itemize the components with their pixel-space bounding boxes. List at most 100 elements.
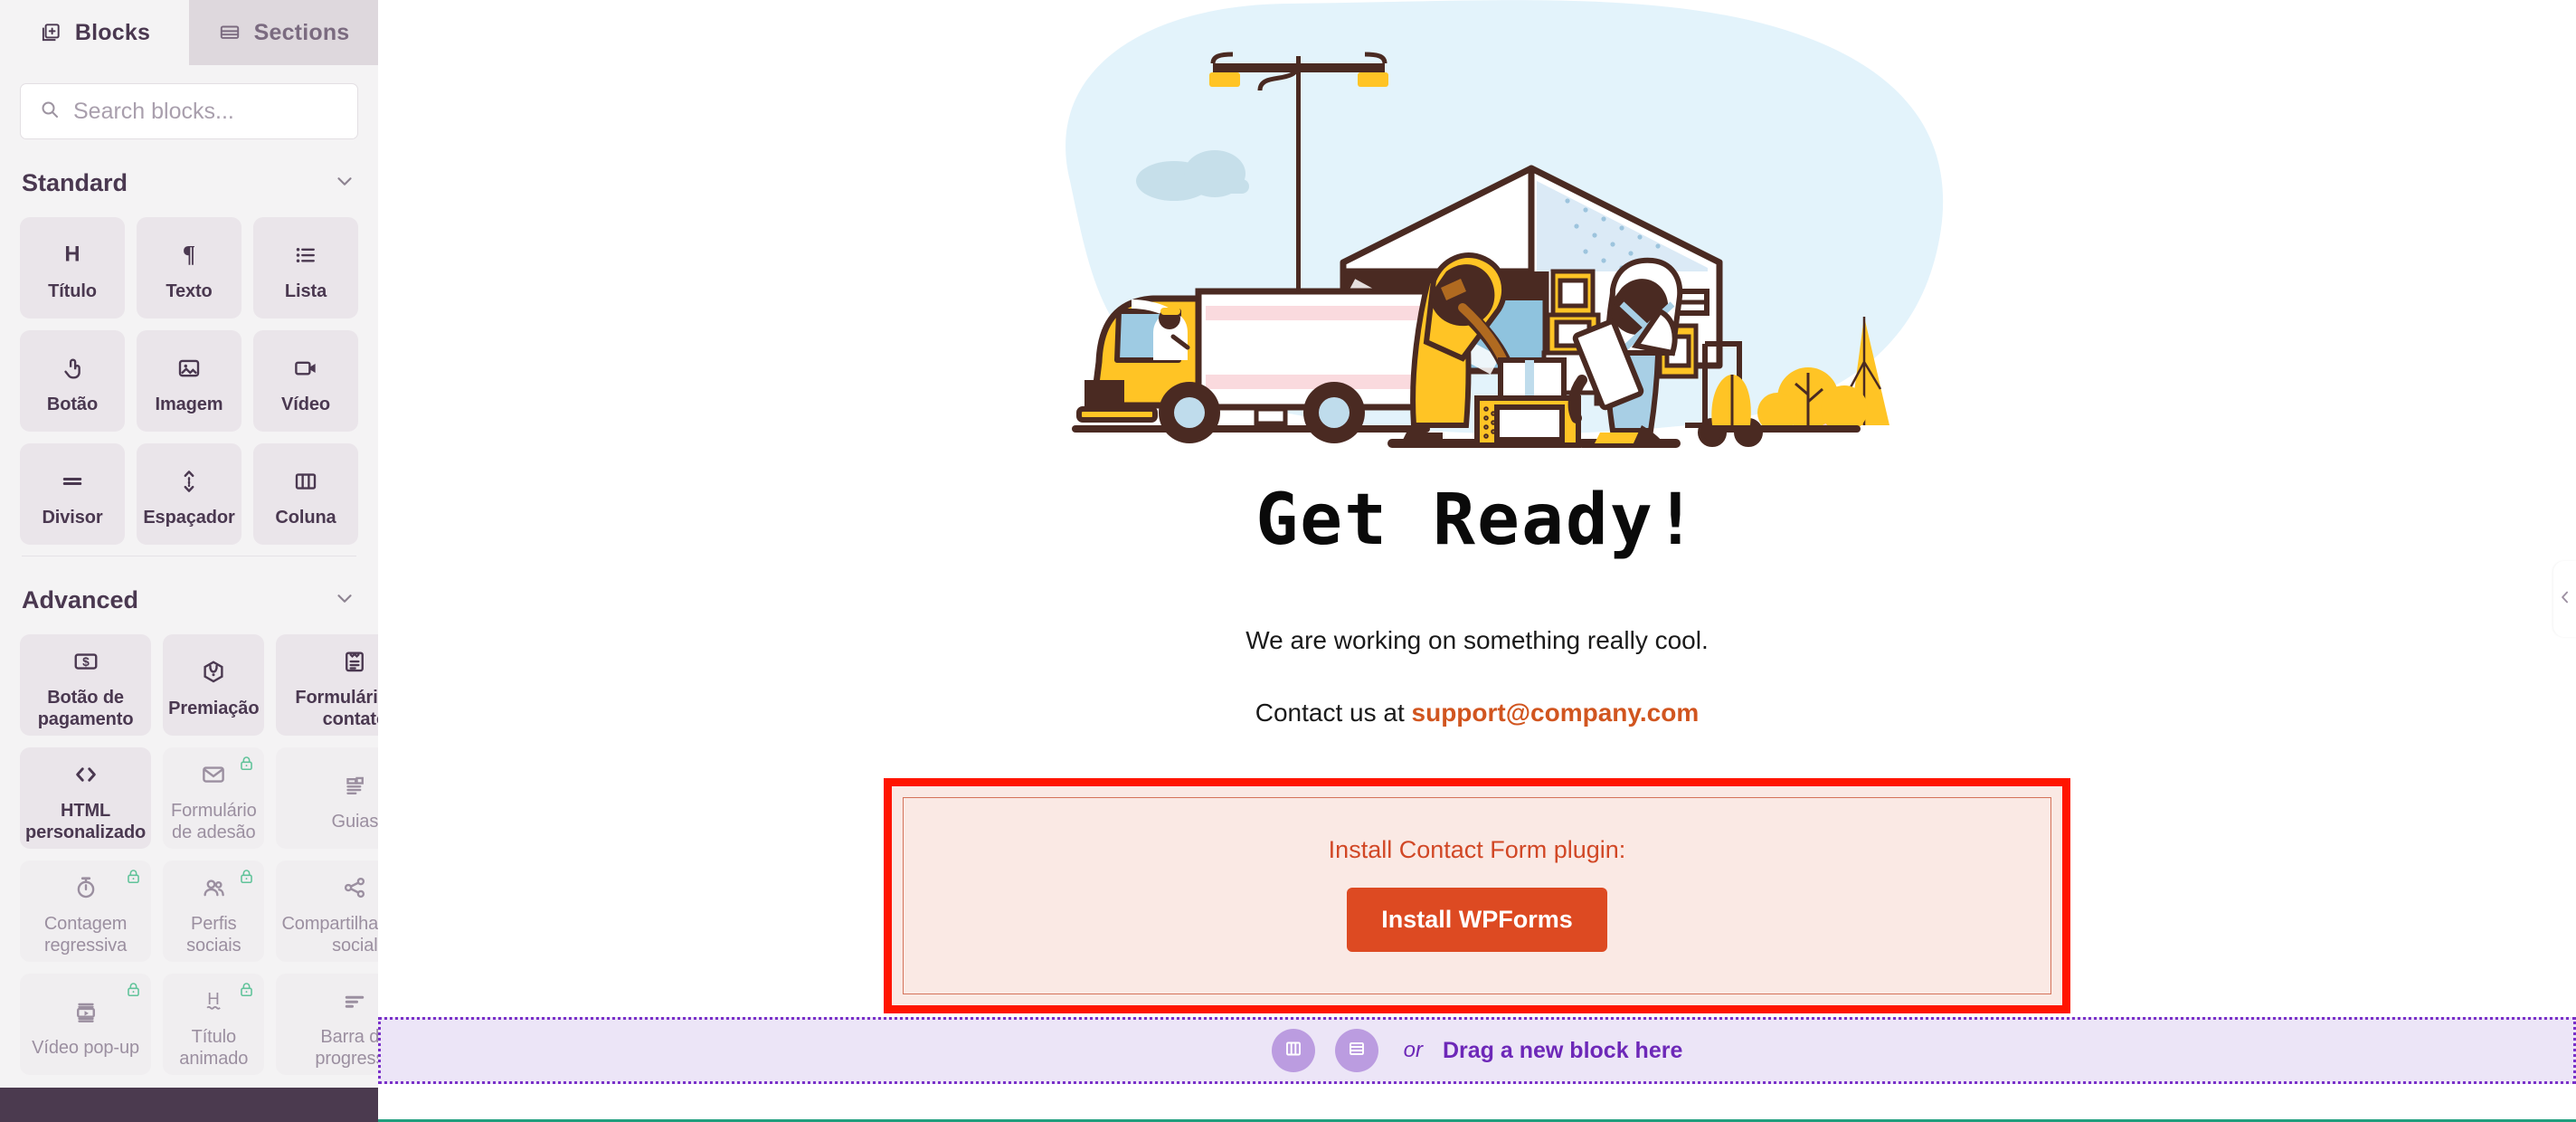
- warehouse-delivery-illustration: [378, 0, 2576, 452]
- block-card-code-brackets[interactable]: HTML personalizado: [20, 747, 152, 849]
- video-popup-icon: [72, 993, 99, 1031]
- section-header-standard[interactable]: Standard: [20, 139, 358, 217]
- block-card-label: HTML personalizado: [25, 801, 147, 842]
- block-card-divider[interactable]: Divisor: [20, 443, 125, 545]
- block-card-label: Premiação: [168, 699, 260, 719]
- video-camera-icon: [292, 349, 319, 387]
- lock-icon: [125, 868, 142, 889]
- lock-icon: [238, 981, 255, 1003]
- block-card-label: Contagem regressiva: [43, 914, 128, 956]
- lock-icon: [238, 755, 255, 776]
- advanced-blocks-grid: $ Botão de pagamento Premiação Formulário d…: [20, 634, 378, 1075]
- block-card-label: Vídeo: [281, 395, 330, 415]
- section-title-standard: Standard: [22, 169, 128, 196]
- add-section-button[interactable]: [1334, 1029, 1378, 1072]
- payment-card-icon: $: [72, 642, 99, 680]
- block-card-heading[interactable]: H Título: [20, 217, 125, 319]
- block-card-click-button[interactable]: Botão: [20, 330, 125, 432]
- block-card-payment-card[interactable]: $ Botão de pagamento: [20, 634, 152, 736]
- tabs-icon: [341, 766, 368, 804]
- tab-sections[interactable]: Sections: [189, 0, 378, 65]
- sections-icon: [218, 21, 242, 44]
- block-card-stopwatch[interactable]: Contagem regressiva: [20, 861, 152, 962]
- canvas-bottom-strip: [378, 1084, 2576, 1122]
- tab-sections-label: Sections: [253, 19, 350, 45]
- chevron-down-icon[interactable]: [333, 586, 356, 614]
- paragraph-icon: ¶: [175, 236, 203, 274]
- tab-blocks[interactable]: Blocks: [0, 0, 189, 65]
- block-card-envelope[interactable]: Formulário de adesão: [163, 747, 265, 849]
- install-plugin-highlight: Install Contact Form plugin: Install WPF…: [884, 778, 2070, 1013]
- contact-prefix: Contact us at: [1255, 699, 1412, 727]
- spacer-arrows-icon: [175, 462, 203, 500]
- block-card-paragraph[interactable]: ¶ Texto: [137, 217, 242, 319]
- block-card-contact-form[interactable]: Formulário de contato: [276, 634, 378, 736]
- add-column-button[interactable]: [1271, 1029, 1315, 1072]
- lock-icon: [125, 981, 142, 1003]
- search-icon: [39, 99, 61, 125]
- contact-form-icon: [341, 642, 368, 680]
- animated-heading-icon: H: [200, 982, 227, 1020]
- block-card-label: Lista: [284, 281, 327, 302]
- block-card-progress-bar[interactable]: Barra de progresso: [276, 974, 378, 1075]
- progress-bar-icon: [341, 982, 368, 1020]
- search-box[interactable]: [20, 83, 358, 139]
- block-card-video-popup[interactable]: Vídeo pop-up: [20, 974, 152, 1075]
- install-wpforms-button[interactable]: Install WPForms: [1347, 888, 1607, 952]
- page-title: Get Ready!: [1255, 480, 1699, 561]
- block-card-label: Vídeo pop-up: [32, 1038, 140, 1059]
- block-card-label: Divisor: [42, 508, 103, 528]
- search-area: [0, 65, 378, 139]
- block-card-spacer-arrows[interactable]: Espaçador: [137, 443, 242, 545]
- svg-text:H: H: [208, 989, 221, 1008]
- heading-icon: H: [59, 236, 86, 274]
- block-card-label: Imagem: [155, 395, 223, 415]
- stopwatch-icon: [72, 869, 99, 907]
- block-card-label: Coluna: [275, 508, 336, 528]
- block-card-label: Formulário de adesão: [171, 801, 257, 842]
- block-card-label: Título animado: [179, 1027, 249, 1069]
- support-email-link[interactable]: support@company.com: [1412, 699, 1700, 727]
- section-title-advanced: Advanced: [22, 586, 139, 613]
- columns-icon: [292, 462, 319, 500]
- block-card-video-camera[interactable]: Vídeo: [253, 330, 358, 432]
- page-subtitle: We are working on something really cool.: [1245, 626, 1709, 654]
- blocks-panel[interactable]: Standard H Título ¶ Texto Lista Botão Imagem Ví…: [0, 139, 378, 1122]
- block-card-share[interactable]: Compartilhamento social: [276, 861, 378, 962]
- block-card-animated-heading[interactable]: H Título animado: [163, 974, 265, 1075]
- block-card-label: Texto: [166, 281, 213, 302]
- standard-blocks-grid: H Título ¶ Texto Lista Botão Imagem Vídeo Diviso…: [20, 217, 358, 545]
- search-input[interactable]: [73, 98, 339, 125]
- list-icon: [292, 236, 319, 274]
- page-root: Blocks Sections Search blocks... Standar…: [0, 0, 2576, 1122]
- award-hexagon-icon: [200, 653, 227, 691]
- share-icon: [341, 869, 368, 907]
- blocks-sidebar: Blocks Sections Search blocks... Standar…: [0, 0, 378, 1122]
- section-icon: [1346, 1038, 1368, 1064]
- sidebar-footer-bar: [0, 1088, 378, 1122]
- block-card-label: Perfis sociais: [186, 914, 242, 956]
- block-card-tabs[interactable]: Guias: [276, 747, 378, 849]
- install-plugin-label: Install Contact Form plugin:: [1328, 836, 1626, 863]
- block-card-list[interactable]: Lista: [253, 217, 358, 319]
- section-header-advanced[interactable]: Advanced: [20, 556, 358, 634]
- lock-icon: [238, 868, 255, 889]
- svg-text:H: H: [64, 242, 80, 266]
- chevron-down-icon[interactable]: [333, 169, 356, 197]
- tab-blocks-label: Blocks: [74, 19, 151, 45]
- block-card-people[interactable]: Perfis sociais: [163, 861, 265, 962]
- block-card-label: Título: [48, 281, 97, 302]
- block-card-columns[interactable]: Coluna: [253, 443, 358, 545]
- click-button-icon: [59, 349, 86, 387]
- block-card-image[interactable]: Imagem: [137, 330, 242, 432]
- block-dropzone[interactable]: or Drag a new block here: [378, 1017, 2576, 1084]
- page-canvas: Get Ready! We are working on something r…: [378, 0, 2576, 1122]
- divider-icon: [59, 462, 86, 500]
- envelope-icon: [200, 756, 227, 794]
- people-icon: [200, 869, 227, 907]
- block-card-label: Botão de pagamento: [37, 688, 134, 729]
- sidebar-collapse-handle[interactable]: [2553, 561, 2576, 637]
- block-card-award-hexagon[interactable]: Premiação: [163, 634, 265, 736]
- dropzone-text: Drag a new block here: [1442, 1037, 1683, 1063]
- block-card-label: Compartilhamento social: [281, 914, 378, 956]
